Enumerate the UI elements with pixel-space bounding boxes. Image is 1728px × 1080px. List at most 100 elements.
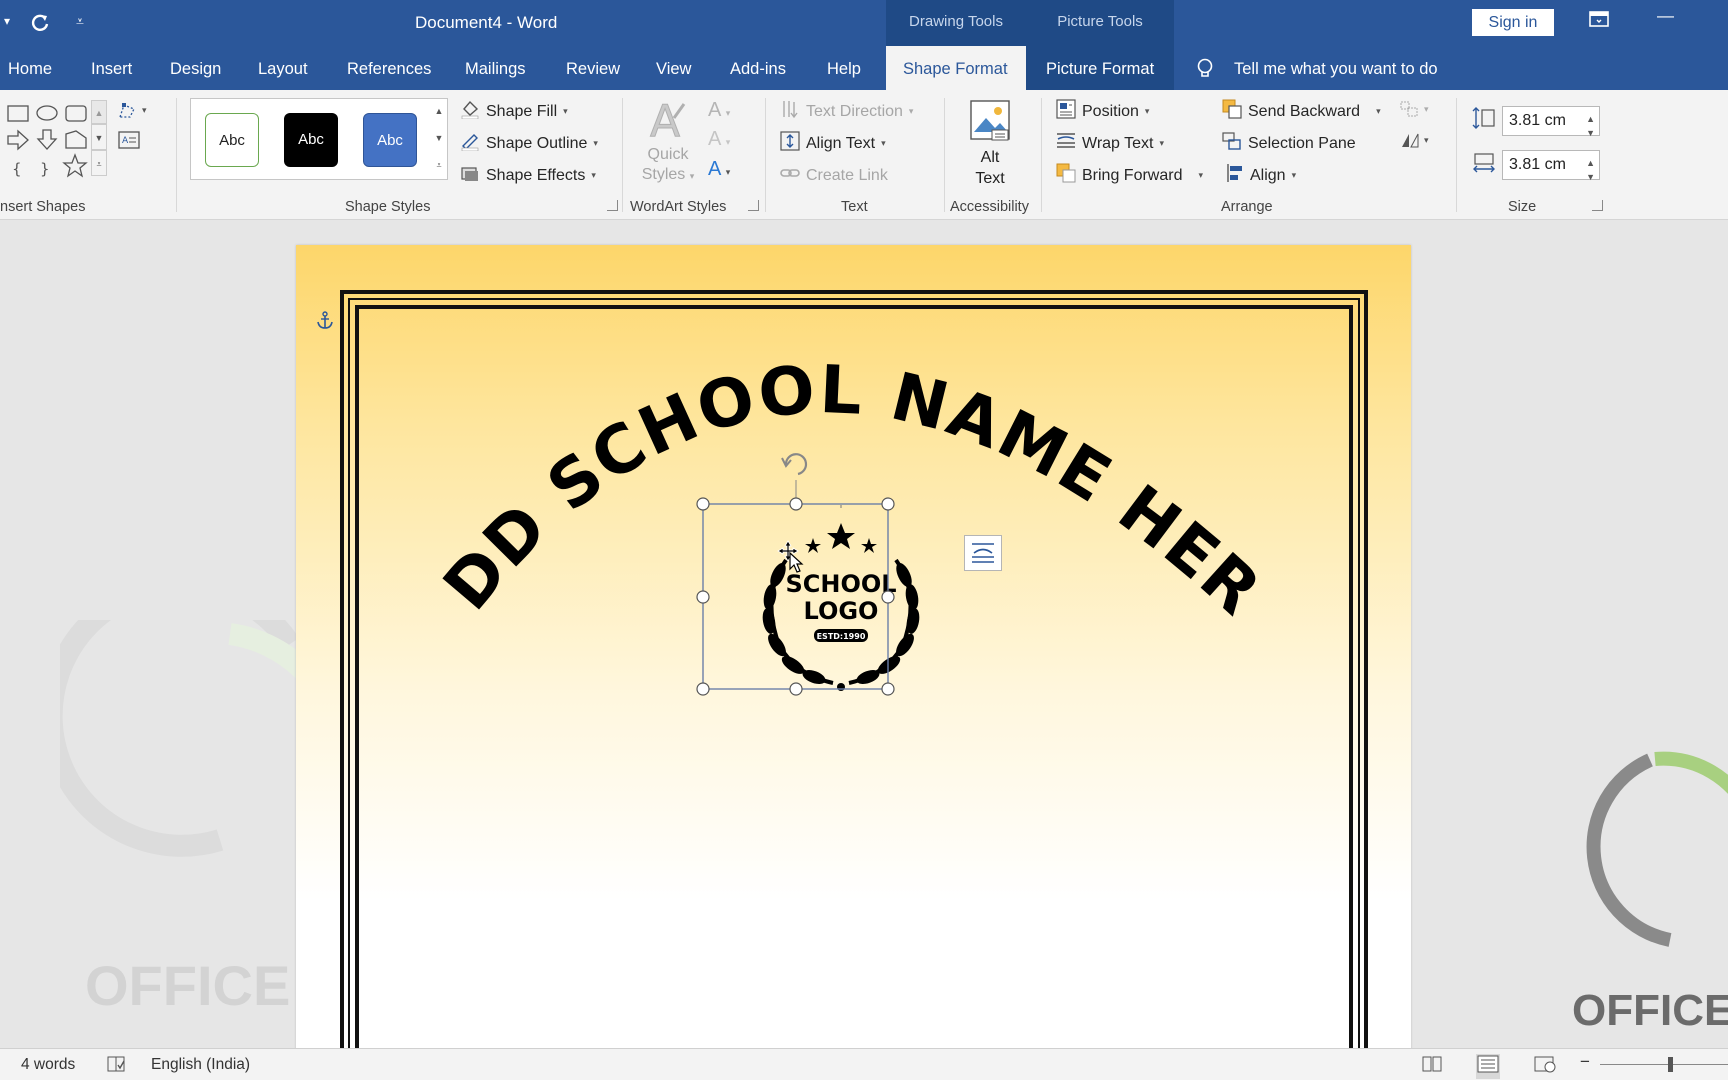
tab-help[interactable]: Help	[827, 46, 861, 90]
tab-shape-format[interactable]: Shape Format	[886, 46, 1026, 90]
wordart-styles-group-label: WordArt Styles	[630, 199, 727, 215]
web-layout-icon[interactable]	[1534, 1055, 1556, 1078]
text-outline-icon[interactable]: A ▾	[708, 128, 730, 151]
rotate-objects-icon[interactable]: ▾	[1400, 131, 1434, 154]
edit-shape-icon[interactable]: ▾	[118, 101, 152, 124]
shape-fill-button[interactable]: Shape Fill ▾	[460, 99, 568, 124]
insert-shapes-group-label: nsert Shapes	[0, 199, 86, 215]
redo-icon[interactable]	[29, 12, 51, 39]
align-text-icon	[780, 131, 800, 156]
size-dialog-launcher[interactable]	[1592, 200, 1603, 211]
print-layout-icon[interactable]	[1476, 1054, 1500, 1079]
resize-handle	[696, 497, 710, 511]
size-group-label: Size	[1508, 199, 1537, 215]
shape-style-swatch[interactable]: Abc	[205, 113, 259, 167]
zoom-slider[interactable]	[1600, 1064, 1728, 1065]
language-indicator[interactable]: English (India)	[151, 1056, 250, 1074]
chevron-down-icon[interactable]: ▾	[4, 14, 10, 28]
ribbon-display-options-icon[interactable]	[1589, 11, 1609, 32]
document-page[interactable]: ADD SCHOOL NAME HERE	[296, 245, 1411, 1048]
create-link-button[interactable]: Create Link	[780, 163, 888, 188]
separator	[1041, 98, 1042, 212]
tab-add-ins[interactable]: Add-ins	[730, 46, 786, 90]
shape-height-icon	[1472, 107, 1496, 134]
wordart-dialog-launcher[interactable]	[748, 200, 759, 211]
width-spin-down[interactable]: ▼	[1586, 163, 1595, 191]
shape-height-input[interactable]: 3.81 cm ▲ ▼	[1502, 106, 1600, 138]
zoom-slider-thumb[interactable]	[1668, 1057, 1673, 1072]
resize-handle	[881, 497, 895, 511]
text-direction-icon	[780, 99, 800, 124]
align-button[interactable]: Align ▾	[1226, 163, 1296, 188]
wrap-text-button[interactable]: Wrap Text ▾	[1056, 131, 1164, 156]
shape-styles-scroll[interactable]: ▲ ▼ ⩡	[430, 98, 448, 180]
tab-references[interactable]: References	[347, 46, 431, 90]
tab-design[interactable]: Design	[170, 46, 221, 90]
send-backward-icon	[1222, 99, 1242, 124]
svg-text:▾: ▾	[1424, 135, 1429, 145]
shape-styles-gallery[interactable]: Abc Abc Abc	[190, 98, 448, 180]
watermark-logo: OFFICE DES	[1560, 745, 1728, 1040]
shape-styles-dialog-launcher[interactable]	[607, 200, 618, 211]
status-bar: 4 words English (India) −	[0, 1048, 1728, 1080]
height-spin-down[interactable]: ▼	[1586, 119, 1595, 147]
wordart-a-icon: A	[648, 96, 688, 148]
arrange-group-label: Arrange	[1221, 199, 1273, 215]
sign-in-button[interactable]: Sign in	[1472, 9, 1554, 36]
group-objects-icon[interactable]: ▾	[1400, 100, 1434, 123]
tab-view[interactable]: View	[656, 46, 691, 90]
bring-forward-button[interactable]: Bring Forward ▾	[1056, 163, 1203, 188]
read-mode-icon[interactable]	[1422, 1055, 1442, 1078]
selection-pane-label: Selection Pane	[1248, 134, 1356, 152]
tell-me-search[interactable]: Tell me what you want to do	[1234, 46, 1438, 90]
layout-options-button[interactable]	[964, 535, 1002, 571]
selection-pane-icon	[1222, 131, 1242, 156]
proofing-icon[interactable]	[106, 1055, 126, 1078]
text-group-label: Text	[841, 199, 868, 215]
customize-qat-icon[interactable]: ⩡	[76, 13, 84, 30]
shape-fill-label: Shape Fill	[486, 102, 558, 120]
position-button[interactable]: Position ▾	[1056, 99, 1149, 124]
minimize-button[interactable]: —	[1657, 6, 1674, 26]
tab-mailings[interactable]: Mailings	[465, 46, 526, 90]
accessibility-group-label: Accessibility	[950, 199, 1029, 215]
word-count[interactable]: 4 words	[21, 1056, 75, 1074]
alt-text-icon	[968, 100, 1012, 146]
position-label: Position	[1082, 102, 1139, 120]
zoom-out-button[interactable]: −	[1580, 1052, 1590, 1072]
document-area[interactable]: OFFICE DES ADD SCHOOL NAME HERE	[0, 220, 1728, 1048]
svg-text:A: A	[650, 98, 680, 140]
shape-outline-button[interactable]: Shape Outline ▾	[460, 131, 598, 156]
tab-insert[interactable]: Insert	[91, 46, 132, 90]
tab-layout[interactable]: Layout	[258, 46, 308, 90]
tab-home[interactable]: Home	[8, 46, 52, 90]
shape-style-swatch[interactable]: Abc	[363, 113, 417, 167]
shapes-gallery-scroll[interactable]: ▲ ▼ ⩡	[91, 100, 107, 180]
shape-styles-group-label: Shape Styles	[345, 199, 431, 215]
shape-width-input[interactable]: 3.81 cm ▲ ▼	[1502, 150, 1600, 182]
text-effects-icon[interactable]: A ▾	[708, 158, 730, 181]
shape-effects-button[interactable]: Shape Effects ▾	[460, 163, 596, 188]
title-bar: ▾ ⩡ Document4 - Word Drawing Tools Pictu…	[0, 0, 1728, 46]
tab-picture-format[interactable]: Picture Format	[1026, 46, 1174, 90]
align-text-button[interactable]: Align Text ▾	[780, 131, 886, 156]
shape-effects-label: Shape Effects	[486, 166, 586, 184]
quick-styles-button[interactable]: A Quick Styles ▾	[635, 96, 701, 188]
text-box-icon[interactable]: A	[118, 130, 140, 155]
tab-review[interactable]: Review	[566, 46, 620, 90]
insert-shapes-gallery[interactable]: { }	[2, 100, 100, 178]
alt-text-label-1: Alt	[980, 149, 1000, 166]
paint-bucket-icon	[460, 99, 480, 124]
text-direction-button[interactable]: Text Direction ▾	[780, 99, 913, 124]
alt-text-button[interactable]: Alt Text	[960, 98, 1020, 188]
separator	[765, 98, 766, 212]
separator	[944, 98, 945, 212]
selection-frame[interactable]	[696, 445, 946, 705]
document-title: Document4 - Word	[415, 13, 558, 32]
selection-pane-button[interactable]: Selection Pane	[1222, 131, 1356, 156]
shape-style-swatch[interactable]: Abc	[284, 113, 338, 167]
send-backward-button[interactable]: Send Backward ▾	[1222, 99, 1381, 124]
text-fill-icon[interactable]: A ▾	[708, 99, 730, 122]
svg-text:{: {	[12, 160, 22, 178]
alt-text-label-2: Text	[975, 170, 1005, 187]
